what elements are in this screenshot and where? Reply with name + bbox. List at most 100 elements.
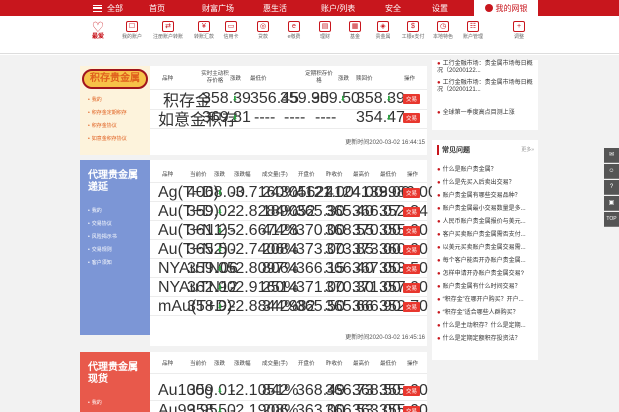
nav-all[interactable]: 全部	[107, 3, 123, 14]
chat-icon[interactable]: ☺	[604, 164, 619, 179]
gold-icon: ◈	[377, 21, 389, 32]
user-icon	[484, 4, 493, 12]
trade-button[interactable]: 交易	[403, 226, 421, 236]
link-my[interactable]: 我的	[88, 399, 102, 406]
link-customer-notice[interactable]: 客户须知	[88, 259, 112, 266]
loan-icon: ◎	[257, 21, 269, 32]
faq-item[interactable]: ● “积存金”在哪开户购买？开户...	[437, 294, 524, 303]
faq-item[interactable]: ● 账户贵金属有什么时间交易？	[437, 281, 521, 290]
news-item[interactable]: ● 工行金融市场：贵金属市场每日概况（20200121...	[437, 80, 537, 94]
nav-home[interactable]: 首页	[149, 3, 165, 14]
faq-item[interactable]: ● 怎样申请开办账户贵金属交易?	[437, 268, 524, 277]
link-fixed-accumulation[interactable]: 积存金定期积存	[88, 109, 127, 116]
trade-button[interactable]: 交易	[403, 188, 421, 198]
heart-icon: ♡	[91, 19, 105, 35]
cell-vol: 206	[262, 402, 289, 412]
nav-accounts[interactable]: 账户/列表	[321, 3, 355, 14]
link-my[interactable]: 我的	[88, 96, 102, 103]
faq-item[interactable]: ● 什么是主动积存？什么是定期...	[437, 320, 526, 329]
down-arrow-icon: ⬇	[217, 247, 223, 254]
shortcut-favorites[interactable]: ♡ 最爱	[83, 19, 113, 40]
shortcut-registered-transfer[interactable]: ⇄ 注册账户转账	[153, 21, 183, 40]
news-item[interactable]: ● 工行金融市场：贵金属市场每日概况（20200122...	[437, 61, 537, 75]
down-arrow-icon: ⬇	[232, 115, 238, 122]
panel-title: 积存贵金属	[82, 69, 148, 89]
trade-button[interactable]: 交易	[403, 264, 421, 274]
faq-item[interactable]: ● 什么是账户贵金属？	[437, 164, 497, 173]
calendar-icon[interactable]: ▣	[604, 196, 619, 211]
cell-vol: 8064	[262, 260, 298, 277]
cell-price: 358.50	[187, 402, 236, 412]
trade-button[interactable]: 交易	[403, 386, 421, 396]
table-row: NYAuTN12 362.90 ⬇ -2.9160% 2514 371.00 370.30 3…	[150, 279, 428, 296]
nav-settings[interactable]: 设置	[432, 3, 448, 14]
table-row: NYAuTN06 359.05 ⬇ -2.8097% 8064 366.15 366.40 3…	[150, 260, 428, 277]
trade-button[interactable]: 交易	[403, 113, 421, 123]
trade-button[interactable]: 交易	[403, 207, 421, 217]
trade-button[interactable]: 交易	[403, 283, 421, 293]
nav-security[interactable]: 安全	[385, 3, 401, 14]
nav-wealth-square[interactable]: 财富广场	[202, 3, 234, 14]
remit-icon: ¥	[198, 21, 210, 32]
shortcut-remittance[interactable]: ¥ 转账汇款	[189, 21, 219, 40]
my-bank-label: 我的网银	[495, 3, 528, 13]
link-my[interactable]: 我的	[88, 207, 102, 214]
card-icon: ▭	[225, 21, 237, 32]
faq-item[interactable]: ● 账户贵金属有哪些交易品种？	[437, 190, 521, 199]
trade-button[interactable]: 交易	[403, 94, 421, 104]
cell-price: 365.50	[187, 241, 236, 258]
cell-price: 358.92	[187, 298, 236, 315]
shortcut-fund[interactable]: ▦ 基金	[340, 21, 370, 40]
back-to-top-button[interactable]: TOP	[604, 212, 619, 227]
trade-button[interactable]: 交易	[403, 406, 421, 412]
menu-icon[interactable]	[93, 4, 102, 12]
table-header: 品种 实时主动积存价格 涨跌 最低价 定期积存价格 涨跌 赎回价 操作	[162, 71, 416, 84]
link-trade-rules[interactable]: 交易规则	[88, 246, 112, 253]
faq-item[interactable]: ● 什么是定期定额积存投资法？	[437, 333, 521, 342]
shortcut-my-account[interactable]: ☐ 我的账户	[117, 21, 147, 40]
help-icon[interactable]: ?	[604, 180, 619, 195]
table-row: Ag(T+D) 4068.00 ⬇ -3.7160% 24305622 4121.00 41…	[150, 184, 437, 201]
table-row: 积存金 358.39 ⬇ 356.45 359.90 359.50 ⬇ 358.…	[150, 90, 427, 110]
gift-icon[interactable]: ✉	[604, 148, 619, 163]
faq-more-link[interactable]: 更多»	[521, 146, 534, 153]
trade-button[interactable]: 交易	[403, 245, 421, 255]
shortcut-adjust[interactable]: + 调整	[504, 21, 534, 40]
faq-item[interactable]: ● “积存金”适合哪些人群购买？	[437, 307, 519, 316]
cell-price: 361.25	[187, 222, 236, 239]
fund-icon: ▦	[349, 21, 361, 32]
shortcut-bar: ♡ 最爱 ☐ 我的账户 ⇄ 注册账户转账 ¥ 转账汇款 ▭ 信用卡 ◎ 贷款 e e缴费 ▤ 理…	[0, 16, 619, 54]
epay-icon: $	[407, 21, 419, 32]
news-item[interactable]: ● 全球第一季度高点目测上涨	[437, 107, 515, 116]
shortcut-loan[interactable]: ◎ 贷款	[248, 21, 278, 40]
shortcut-payment[interactable]: e e缴费	[279, 21, 309, 40]
link-risk-disclosure[interactable]: 风险揭示书	[88, 233, 117, 240]
faq-item[interactable]: ● 人民币账户贵金属报价与美元...	[437, 216, 526, 225]
link-trade-agreement[interactable]: 交易协议	[88, 220, 112, 227]
cell-vol: 842	[262, 382, 289, 399]
table-row: Au99.95 358.50 ⬇ -2.1908% 206 363.00 366.53 363…	[150, 402, 428, 412]
table-accumulation: 品种 实时主动积存价格 涨跌 最低价 定期积存价格 涨跌 赎回价 操作 积存金 …	[150, 66, 427, 155]
table-row: Au(T+N2) 365.50 ⬇ -2.7406% 2084 373.00 373.85 3…	[150, 241, 428, 258]
shortcut-epay[interactable]: $ 工银e支付	[398, 21, 428, 40]
shortcut-precious-metal[interactable]: ◈ 贵金属	[368, 21, 398, 40]
faq-item[interactable]: ● 每个客户能否开办账户贵金属...	[437, 255, 526, 264]
nav-life[interactable]: 惠生活	[263, 3, 287, 14]
faq-item[interactable]: ● 以美元买卖账户贵金属交易需...	[437, 242, 526, 251]
link-accumulation-agreement[interactable]: 积存金协议	[88, 122, 117, 129]
faq-item[interactable]: ● 客户买卖账户贵金属需否支付...	[437, 229, 526, 238]
shortcut-credit-card[interactable]: ▭ 信用卡	[216, 21, 246, 40]
shortcut-account-mgmt[interactable]: ☷ 账户管理	[458, 21, 488, 40]
link-ruyi-agreement[interactable]: 如意金积存协议	[88, 135, 127, 142]
shortcut-local[interactable]: ◷ 本地特色	[428, 21, 458, 40]
panel-title: 代理贵金属 递延	[88, 170, 138, 193]
faq-item[interactable]: ● 什么是先买入后卖出交易？	[437, 177, 515, 186]
table-row: mAu(T+D) 358.92 ⬇ -2.8844% 342982 365.50 365.6…	[150, 298, 428, 315]
news-panel: ● 工行金融市场：贵金属市场每日概况（20200122... ● 工行金融市场：贵金…	[432, 60, 538, 130]
faq-item[interactable]: ● 账户贵金属最小交易数量是多...	[437, 203, 526, 212]
my-bank-button[interactable]: 我的网银	[474, 0, 538, 16]
cell-vol: 4128	[262, 222, 298, 239]
shortcut-finance[interactable]: ▤ 理财	[310, 21, 340, 40]
trade-button[interactable]: 交易	[403, 302, 421, 312]
update-time: 更新时间2020-03-02 16:44:15	[345, 140, 425, 146]
